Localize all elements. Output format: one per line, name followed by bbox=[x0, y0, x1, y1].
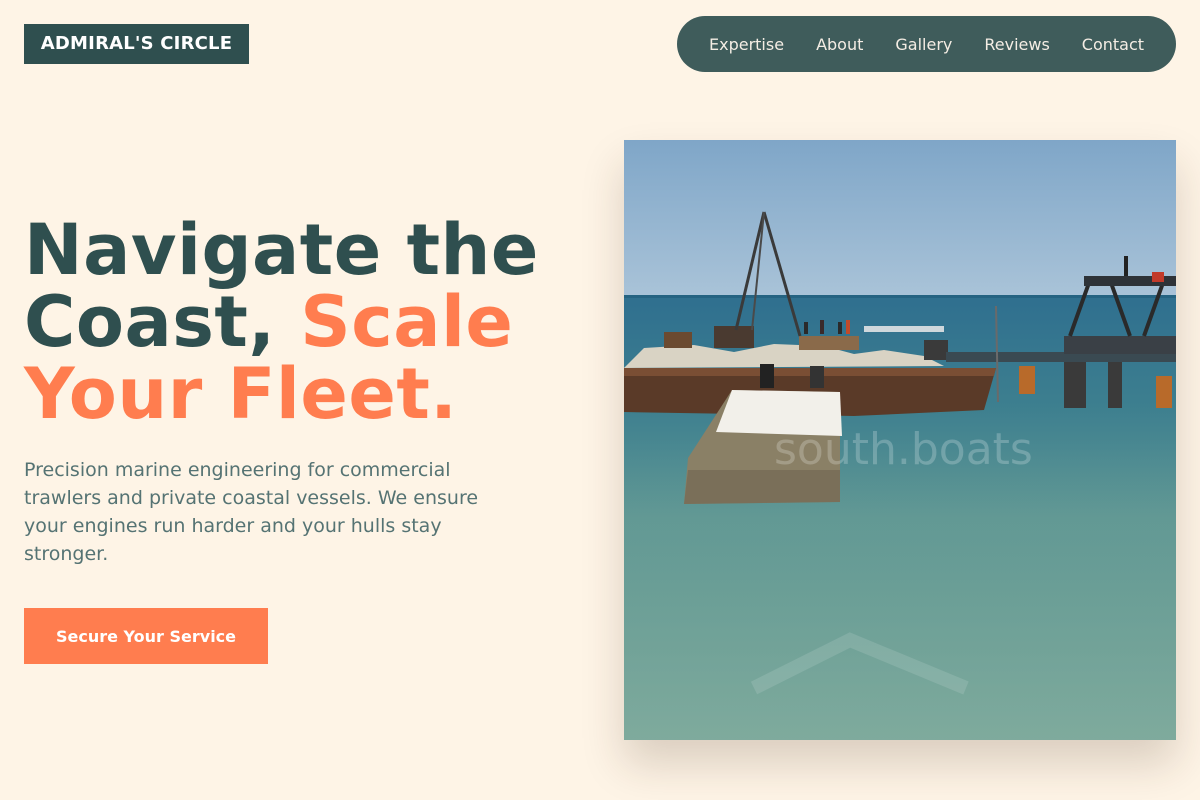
hero-description: Precision marine engineering for commerc… bbox=[24, 459, 479, 565]
nav-item-expertise[interactable]: Expertise bbox=[709, 35, 784, 54]
nav-item-gallery[interactable]: Gallery bbox=[895, 35, 952, 54]
hero-harbor-image: south.boats bbox=[624, 140, 1176, 740]
nav-item-contact[interactable]: Contact bbox=[1082, 35, 1144, 54]
headline-line-1: Navigate the bbox=[24, 209, 539, 291]
headline-line-2-accent: Scale bbox=[300, 281, 514, 363]
hero-headline: Navigate the Coast, Scale Your Fleet. bbox=[24, 214, 584, 430]
headline-line-2: Coast, Scale bbox=[24, 286, 584, 358]
image-watermark: south.boats bbox=[774, 424, 1033, 475]
main-nav: Expertise About Gallery Reviews Contact bbox=[677, 16, 1176, 72]
nav-item-about[interactable]: About bbox=[816, 35, 863, 54]
brand-logo[interactable]: ADMIRAL'S CIRCLE bbox=[24, 24, 249, 64]
headline-line-2-plain: Coast, bbox=[24, 281, 301, 363]
landing-page: ADMIRAL'S CIRCLE Expertise About Gallery… bbox=[0, 0, 1200, 800]
nav-item-reviews[interactable]: Reviews bbox=[984, 35, 1049, 54]
headline-line-3: Your Fleet. bbox=[24, 353, 458, 435]
secure-service-button[interactable]: Secure Your Service bbox=[24, 608, 268, 664]
